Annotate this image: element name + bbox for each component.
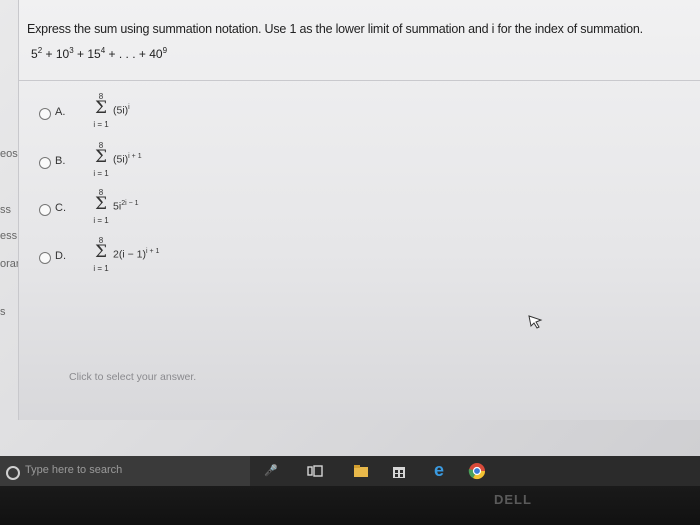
radio-button[interactable] [39, 108, 51, 120]
sidebar-partial-label[interactable]: eos [0, 148, 18, 160]
question-prompt: Express the sum using summation notation… [27, 22, 643, 36]
summand: 2(i − 1)i + 1 [113, 248, 160, 261]
screen: eos ss ess orary s Express the sum using… [0, 0, 700, 456]
sigma-icon: Σ [94, 242, 108, 262]
answer-option-b[interactable]: B. 8 Σ i = 1 (5i)i + 1 [39, 141, 259, 185]
radio-button[interactable] [39, 252, 51, 264]
dell-logo: DELL [494, 492, 532, 507]
sidebar-partial-label[interactable]: s [0, 306, 6, 318]
task-view-icon[interactable] [306, 465, 324, 477]
monitor-bezel: DELL [0, 486, 700, 525]
search-input[interactable]: Type here to search [25, 464, 122, 476]
mouse-cursor-icon [528, 315, 543, 329]
sidebar-partial-label[interactable]: ess [0, 230, 17, 242]
answer-option-a[interactable]: A. 8 Σ i = 1 (5i)i [39, 92, 259, 136]
lower-limit: i = 1 [93, 120, 109, 129]
series-term: 52 [31, 46, 43, 61]
lower-limit: i = 1 [93, 216, 109, 225]
sigma-icon: Σ [94, 147, 108, 167]
cortana-icon[interactable] [6, 466, 20, 480]
edge-icon[interactable]: e [430, 460, 448, 481]
lower-limit: i = 1 [93, 169, 109, 178]
divider [19, 80, 700, 81]
option-letter: D. [55, 250, 66, 262]
summand: 5i2i − 1 [113, 200, 139, 213]
question-panel: Express the sum using summation notation… [18, 0, 700, 420]
answer-option-c[interactable]: C. 8 Σ i = 1 5i2i − 1 [39, 188, 259, 232]
taskbar: Type here to search 🎤 e [0, 456, 700, 486]
sigma-icon: Σ [94, 98, 108, 118]
lower-limit: i = 1 [93, 264, 109, 273]
series-term: 409 [149, 46, 168, 61]
summand: (5i)i + 1 [113, 153, 142, 166]
option-letter: B. [55, 155, 66, 167]
option-letter: C. [55, 202, 66, 214]
series-expression: 52 + 103 + 154 + . . . + 409 [31, 46, 168, 61]
microphone-icon[interactable]: 🎤 [262, 464, 280, 477]
summand: (5i)i [113, 104, 130, 117]
taskbar-search[interactable]: Type here to search [0, 456, 250, 486]
photo-frame: eos ss ess orary s Express the sum using… [0, 0, 700, 525]
store-icon[interactable] [390, 463, 408, 479]
instruction-hint: Click to select your answer. [69, 371, 197, 383]
radio-button[interactable] [39, 157, 51, 169]
option-letter: A. [55, 106, 66, 118]
sigma-icon: Σ [94, 194, 108, 214]
answer-option-d[interactable]: D. 8 Σ i = 1 2(i − 1)i + 1 [39, 236, 259, 280]
chrome-icon[interactable] [468, 462, 486, 480]
series-term: 154 [87, 46, 106, 61]
file-explorer-icon[interactable] [352, 464, 370, 478]
radio-button[interactable] [39, 204, 51, 216]
series-term: 103 [55, 46, 74, 61]
sidebar-partial-label[interactable]: ss [0, 204, 11, 216]
